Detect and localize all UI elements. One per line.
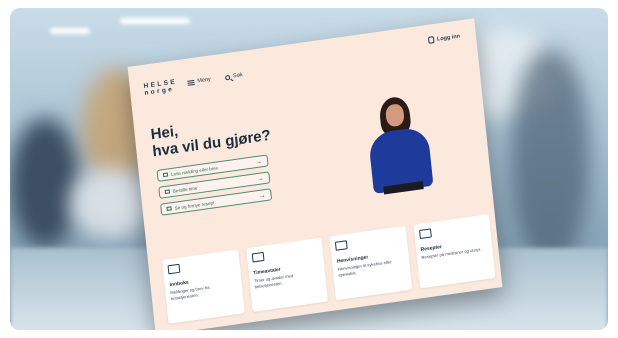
arrow-right-icon: → <box>256 174 265 183</box>
helsenorge-logo[interactable]: HELSE norge <box>143 78 178 97</box>
card-appointments[interactable]: Timeavtaler Timer og avtaler med helsetj… <box>245 237 329 313</box>
search-icon <box>224 74 231 81</box>
login-button[interactable]: Logg inn <box>427 32 461 44</box>
background-person <box>510 48 590 268</box>
background-person <box>10 118 80 248</box>
background-chair <box>70 168 150 238</box>
ceiling-light <box>120 18 190 24</box>
calendar-icon <box>251 251 265 263</box>
ceiling-light <box>50 28 90 34</box>
menu-label: Meny <box>197 76 212 85</box>
prescription-icon <box>166 206 172 211</box>
card-inbox[interactable]: Innboks Meldinger og brev fra helsetjene… <box>161 249 245 324</box>
calendar-icon <box>164 189 171 195</box>
card-referrals[interactable]: Henvisninger Henvisninger til sykehus el… <box>329 225 412 301</box>
hamburger-icon <box>187 79 195 86</box>
envelope-icon <box>167 263 181 275</box>
search-label: Søk <box>232 72 244 80</box>
top-bar: HELSE norge Meny Søk Logg inn <box>143 33 468 103</box>
prescription-icon <box>418 228 432 240</box>
hero-title: Hei, hva vil du gjøre? <box>150 110 272 161</box>
user-icon <box>427 36 435 44</box>
hero-person-image <box>361 95 441 204</box>
action-label: Se og fornye resept <box>174 199 215 211</box>
helsenorge-screen: HELSE norge Meny Søk Logg inn Hei, hva v… <box>127 18 503 330</box>
action-label: Lese melding eller brev <box>170 164 219 177</box>
search-button[interactable]: Søk <box>224 72 244 81</box>
arrow-right-icon: → <box>254 157 263 166</box>
action-label: Bestille time <box>172 184 198 194</box>
arrow-right-icon: → <box>258 191 267 200</box>
login-label: Logg inn <box>436 32 461 43</box>
referral-icon <box>334 240 348 251</box>
quick-actions: Lese melding eller brev → Bestille time … <box>156 154 273 220</box>
menu-button[interactable]: Meny <box>187 77 211 86</box>
envelope-icon <box>162 172 169 178</box>
card-prescriptions[interactable]: Resepter Resepter på medisiner og utstyr… <box>412 214 496 289</box>
photo-frame: HELSE norge Meny Søk Logg inn Hei, hva v… <box>10 8 608 330</box>
